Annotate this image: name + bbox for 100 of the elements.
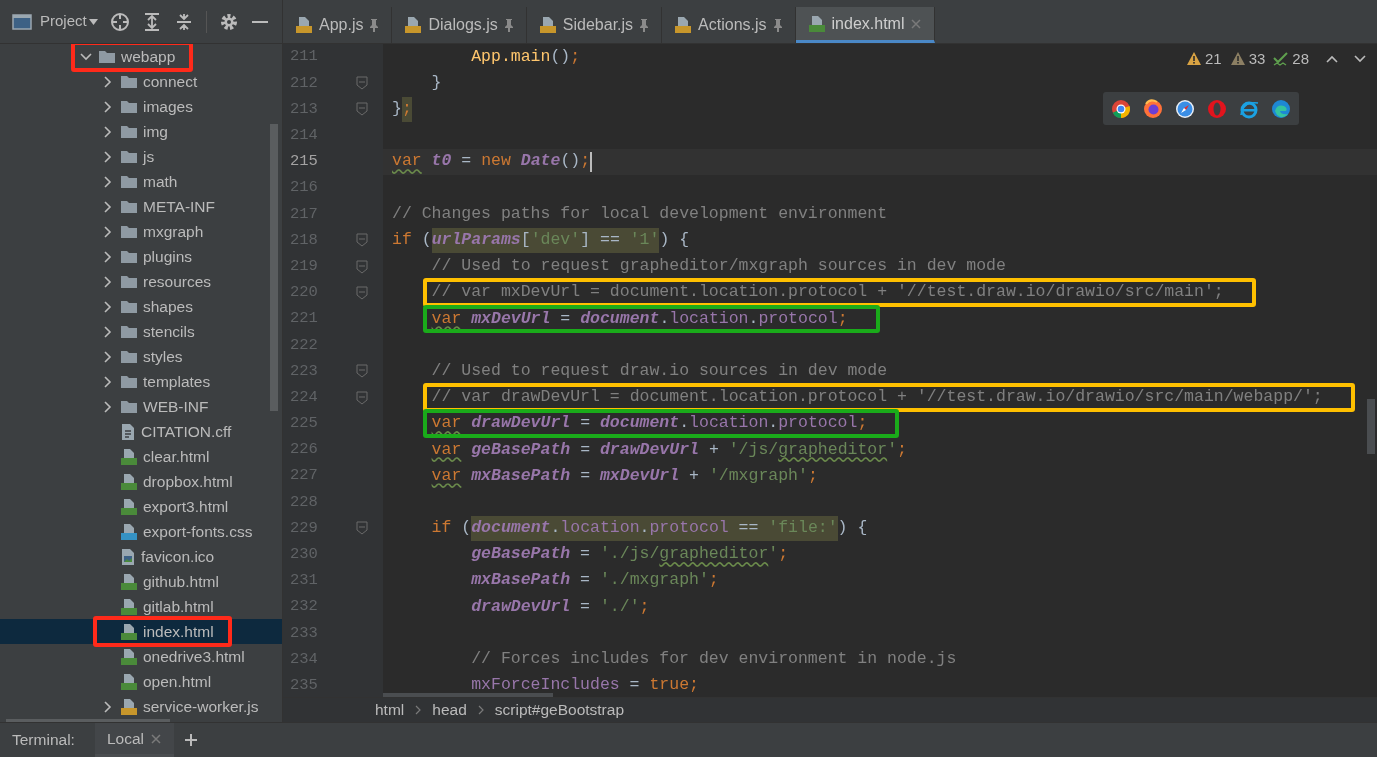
code-token: }: [392, 98, 402, 121]
chevron-right-icon: [476, 705, 485, 715]
folder-icon: [120, 349, 138, 364]
tree-item[interactable]: img: [0, 119, 282, 144]
file-icon: [404, 16, 423, 34]
tree-item[interactable]: index.html: [0, 619, 282, 644]
scrollbar[interactable]: [1367, 399, 1375, 454]
warning-icon: [1185, 51, 1202, 68]
code-token: document: [599, 412, 680, 435]
tree-item[interactable]: images: [0, 94, 282, 119]
tree-item[interactable]: META-INF: [0, 194, 282, 219]
code-token: ;: [897, 438, 907, 461]
tree-item[interactable]: connect: [0, 69, 282, 94]
tree-item[interactable]: shapes: [0, 294, 282, 319]
tree-item[interactable]: github.html: [0, 569, 282, 594]
folder-icon: [120, 399, 138, 414]
fold-marker-icon[interactable]: [356, 390, 368, 405]
breadcrumb-item[interactable]: html: [375, 698, 405, 722]
breadcrumb-item[interactable]: script#geBootstrap: [494, 698, 625, 722]
project-dropdown[interactable]: Project: [40, 10, 98, 33]
file-icon: [295, 16, 313, 34]
code-token: grapheditor: [659, 543, 769, 566]
fold-marker-icon[interactable]: [356, 259, 368, 274]
tree-item[interactable]: open.html: [0, 669, 282, 694]
code-token: ;: [857, 412, 868, 435]
fold-marker-icon[interactable]: [356, 233, 368, 248]
tree-item[interactable]: favicon.ico: [0, 544, 282, 569]
editor-tab[interactable]: Dialogs.js: [392, 7, 527, 43]
fold-marker-icon[interactable]: [356, 521, 368, 536]
editor-tab[interactable]: Sidebar.js: [526, 7, 663, 43]
crosshair-icon[interactable]: [109, 11, 130, 32]
code-token: location: [689, 412, 769, 435]
code-token: .: [550, 516, 561, 541]
tree-item[interactable]: resources: [0, 269, 282, 294]
breadcrumb-item[interactable]: head: [432, 698, 467, 722]
tree-item[interactable]: math: [0, 169, 282, 194]
caret-icon: [88, 18, 98, 25]
folder-icon: [120, 199, 138, 214]
code-token: ;: [708, 569, 719, 592]
code-token: ': [768, 543, 779, 566]
fold-marker-icon[interactable]: [356, 76, 368, 91]
code-token: =: [579, 412, 592, 435]
code-token: =: [460, 150, 473, 173]
panel-label: Terminal:: [12, 730, 75, 751]
tree-item[interactable]: styles: [0, 344, 282, 369]
code-token: // Used to request grapheditor/mxgraph sources in dev mode: [431, 255, 1006, 278]
browser-icon[interactable]: [1143, 98, 1163, 119]
code-token: true: [649, 674, 690, 697]
tree-item[interactable]: clear.html: [0, 444, 282, 469]
folder-icon: [120, 324, 138, 339]
editor-tab[interactable]: index.html: [795, 7, 936, 43]
problem-count[interactable]: 33: [1248, 48, 1266, 71]
tree-item[interactable]: gitlab.html: [0, 594, 282, 619]
code-token: new: [481, 150, 511, 173]
tree-item[interactable]: mxgraph: [0, 219, 282, 244]
code-token: './': [599, 595, 640, 618]
tree-item[interactable]: export3.html: [0, 494, 282, 519]
fold-marker-icon[interactable]: [356, 364, 368, 379]
tree-item[interactable]: CITATION.cff: [0, 419, 282, 444]
file-icon: [120, 522, 138, 541]
tree-item[interactable]: export-fonts.css: [0, 519, 282, 544]
editor-tab[interactable]: Actions.js: [662, 7, 796, 43]
code-token: geBasePath: [470, 438, 571, 461]
fold-marker-icon[interactable]: [356, 285, 368, 300]
add-icon[interactable]: [183, 733, 198, 747]
code-token: // Used to request draw.io sources in dev mode: [431, 359, 888, 382]
code-token: ;: [401, 97, 412, 122]
fold-marker-icon[interactable]: [356, 102, 368, 117]
tree-item[interactable]: js: [0, 144, 282, 169]
tree-item[interactable]: service-worker.js: [0, 694, 282, 719]
code-token: ;: [837, 307, 848, 330]
tree-item[interactable]: plugins: [0, 244, 282, 269]
folder-icon: [120, 274, 138, 289]
problem-count[interactable]: 21: [1204, 48, 1222, 71]
browser-icon[interactable]: [1175, 98, 1195, 119]
code-token: '1': [629, 228, 660, 253]
code-token: ;: [778, 543, 789, 566]
warning-icon: [1229, 51, 1246, 68]
tree-item[interactable]: WEB-INF: [0, 394, 282, 419]
browser-icon[interactable]: [1271, 98, 1291, 119]
terminal-tab[interactable]: Local: [94, 723, 174, 757]
code-token: ;: [580, 150, 591, 173]
problem-count[interactable]: 28: [1292, 48, 1309, 71]
tree-item[interactable]: onedrive3.html: [0, 644, 282, 669]
folder-icon: [120, 299, 138, 314]
code-token: location: [669, 307, 749, 330]
browser-icon[interactable]: [1111, 98, 1131, 119]
code-token: ;: [807, 464, 818, 487]
editor-tab[interactable]: App.js: [283, 7, 393, 43]
tree-item[interactable]: dropbox.html: [0, 469, 282, 494]
tree-item[interactable]: stencils: [0, 319, 282, 344]
code-token: =: [628, 674, 641, 697]
file-icon: [120, 572, 138, 591]
settings-icon[interactable]: [218, 11, 239, 32]
code-token: if: [431, 517, 452, 540]
tree-item[interactable]: templates: [0, 369, 282, 394]
code-token: var: [392, 150, 422, 173]
tree-item[interactable]: webapp: [0, 44, 282, 69]
scrollbar[interactable]: [270, 124, 278, 411]
code-token: mxForceIncludes: [471, 674, 620, 697]
